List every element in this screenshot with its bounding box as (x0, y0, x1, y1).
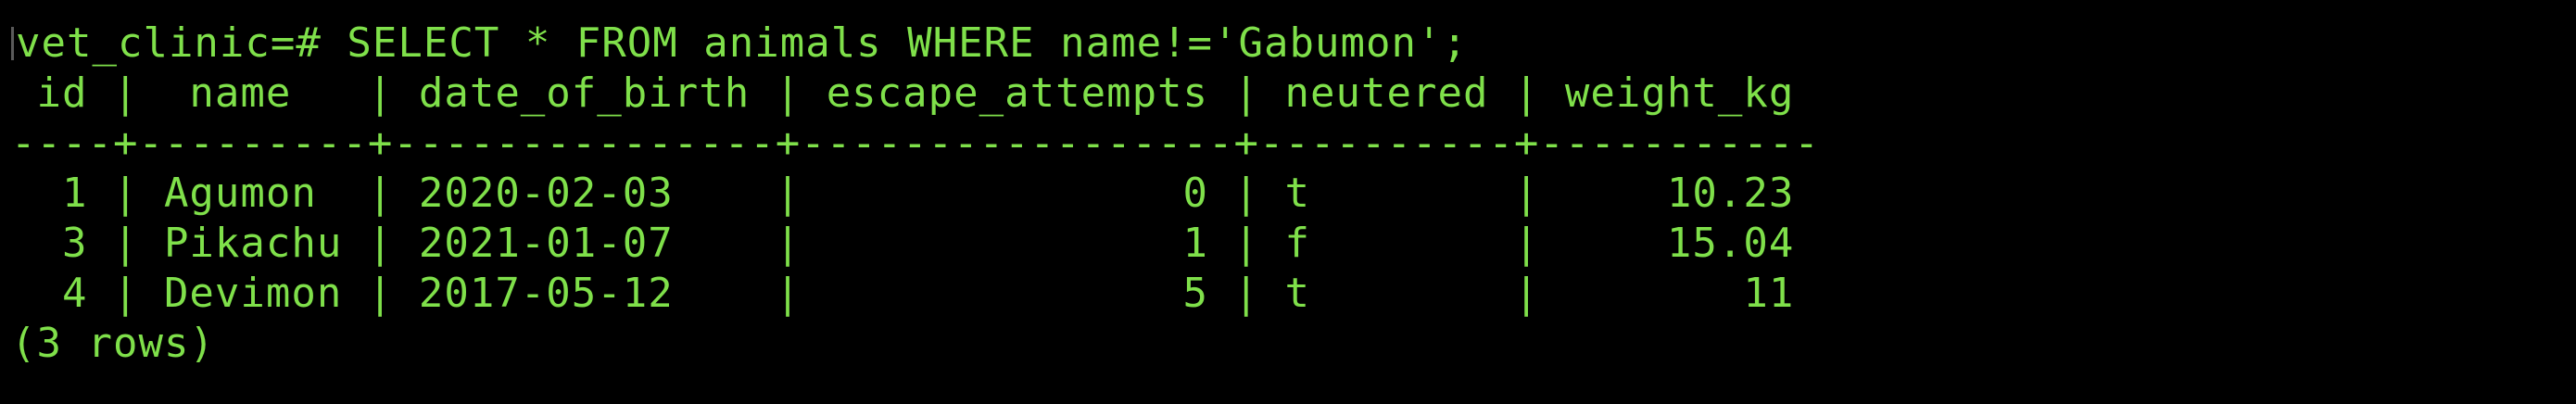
cursor-marker (11, 27, 14, 60)
psql-prompt: vet_clinic=# (16, 19, 322, 67)
table-row: 3 | Pikachu | 2021-01-07 | 1 | f | 15.04 (11, 220, 1795, 267)
terminal-window[interactable]: vet_clinic=# SELECT * FROM animals WHERE… (0, 0, 2576, 404)
command-line: vet_clinic=# SELECT * FROM animals WHERE… (11, 19, 2576, 69)
table-row: 1 | Agumon | 2020-02-03 | 0 | t | 10.23 (11, 170, 1795, 217)
row-count-footer: (3 rows) (11, 320, 215, 367)
table-separator: ----+---------+---------------+---------… (11, 120, 1820, 167)
table-row: 4 | Devimon | 2017-05-12 | 5 | t | 11 (11, 270, 1795, 317)
sql-command: SELECT * FROM animals WHERE name!='Gabum… (321, 19, 1468, 67)
table-header: id | name | date_of_birth | escape_attem… (11, 69, 1795, 117)
